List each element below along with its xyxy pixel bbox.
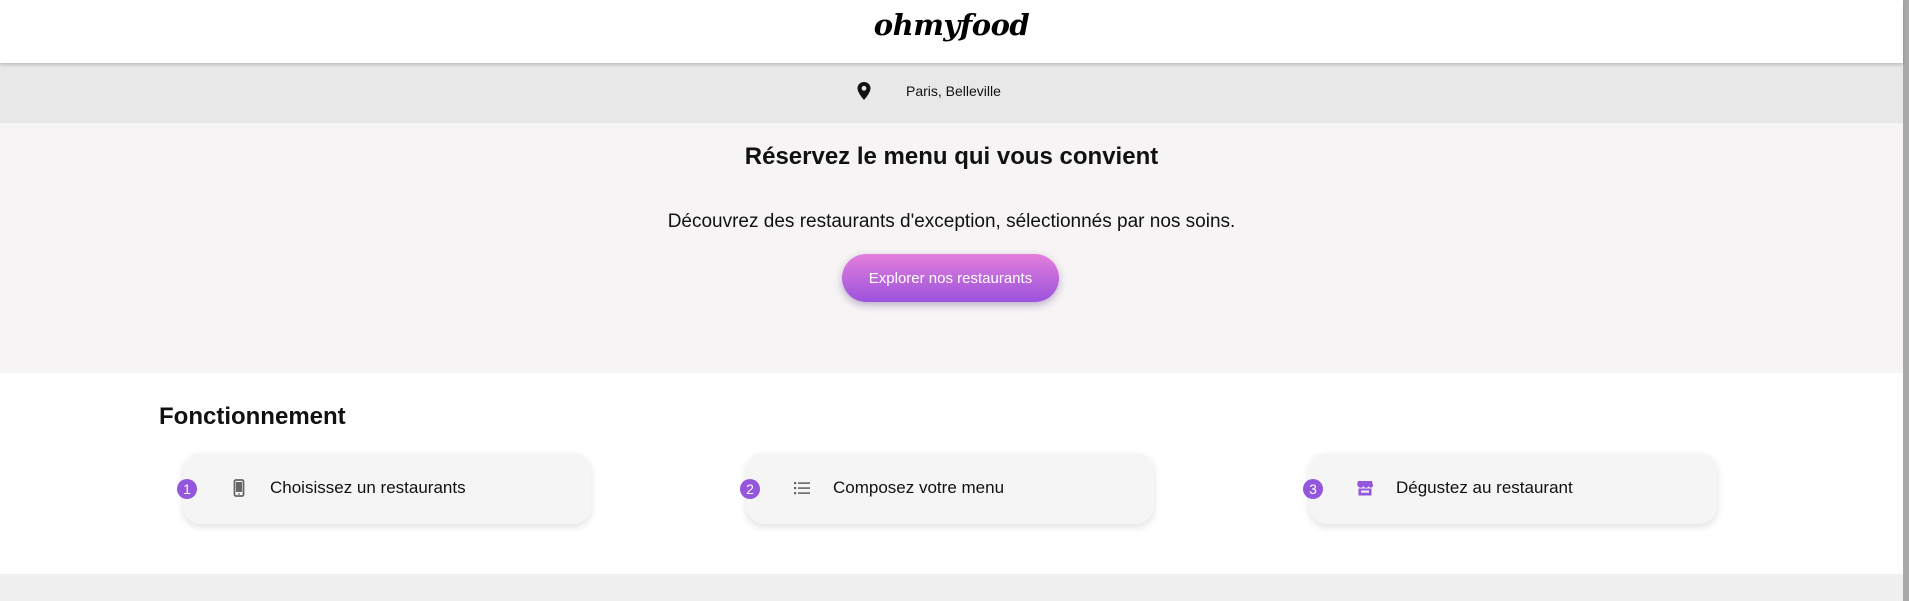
vertical-scrollbar[interactable] <box>1903 0 1909 601</box>
step-card-3: 3 Dégustez au restaurant <box>1303 453 1717 524</box>
map-pin-icon <box>857 82 871 100</box>
site-header: ohmyfood <box>0 0 1903 63</box>
step-number-badge: 2 <box>740 479 760 499</box>
page: ohmyfood Paris, Belleville Réservez le m… <box>0 0 1903 601</box>
hero-section: Réservez le menu qui vous convient Décou… <box>0 123 1903 373</box>
hero-title: Réservez le menu qui vous convient <box>744 143 1159 170</box>
step-label: Choisissez un restaurants <box>270 478 466 497</box>
explore-restaurants-button[interactable]: Explorer nos restaurants <box>842 254 1059 302</box>
list-icon <box>794 482 810 495</box>
step-label: Dégustez au restaurant <box>1396 478 1573 497</box>
how-it-works-section: Fonctionnement 1 Choisissez un restauran… <box>0 373 1903 574</box>
footer-strip <box>0 574 1903 601</box>
step-number-badge: 3 <box>1303 479 1323 499</box>
store-icon <box>1357 481 1373 496</box>
step-number-badge: 1 <box>177 479 197 499</box>
smartphone-icon <box>233 479 245 497</box>
location-info: Paris, Belleville <box>857 82 1001 100</box>
step-label: Composez votre menu <box>833 478 1005 497</box>
step-card-1: 1 Choisissez un restaurants <box>177 453 591 524</box>
step-card-2: 2 Composez votre menu <box>740 453 1154 524</box>
location-text: Paris, Belleville <box>906 83 1001 99</box>
section-title: Fonctionnement <box>159 403 346 430</box>
location-bar: Paris, Belleville <box>0 63 1903 123</box>
site-logo[interactable]: ohmyfood <box>0 8 1903 42</box>
hero-subtitle: Découvrez des restaurants d'exception, s… <box>667 211 1236 232</box>
